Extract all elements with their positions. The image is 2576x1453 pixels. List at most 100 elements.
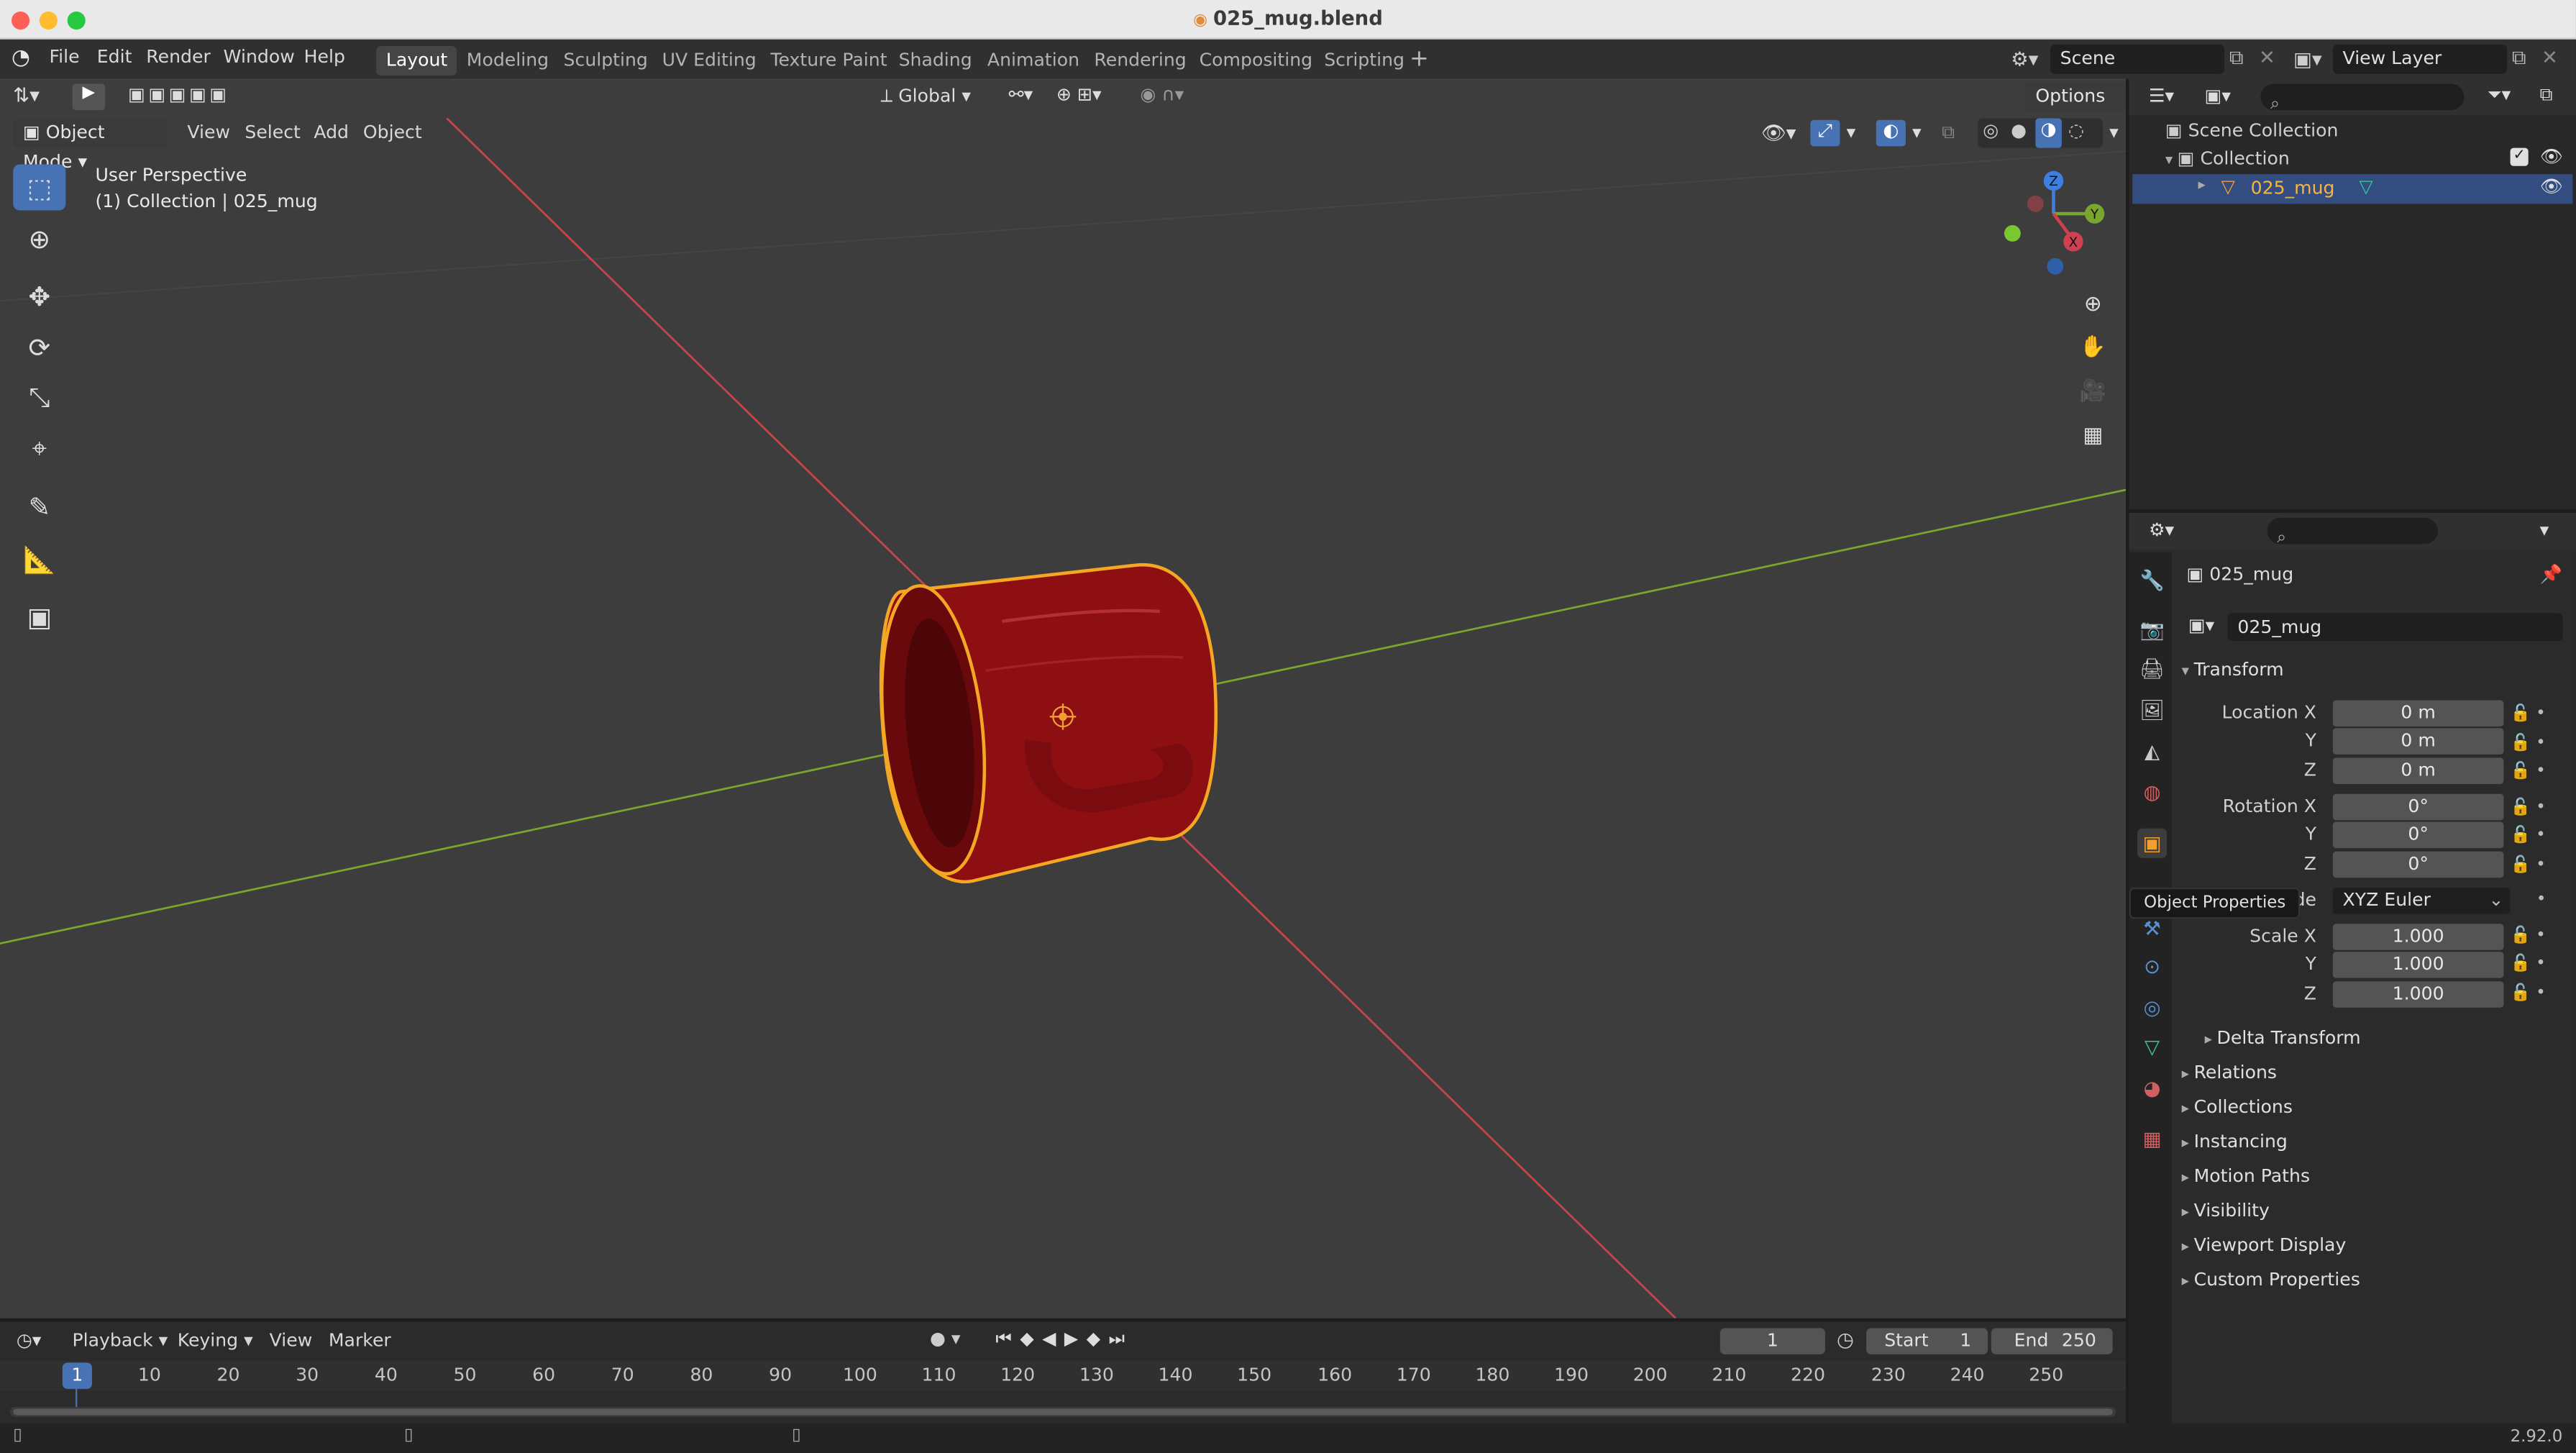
collection-visibility-eye-icon[interactable]: 👁 (2540, 146, 2563, 168)
playhead-frame-badge[interactable]: 1 (62, 1362, 92, 1389)
output-tab-icon[interactable]: 🖨 (2137, 654, 2167, 683)
visibility-icon[interactable]: 👁▾ (1761, 122, 1796, 145)
panel-viewport-display[interactable]: ▸ Viewport Display (2182, 1234, 2347, 1256)
viewport-menu-object[interactable]: Object (357, 122, 429, 143)
expand-arrow-icon[interactable]: ▾ (2165, 153, 2178, 170)
object-mode-dropdown[interactable]: ▣ Object Mode ▾ (13, 118, 168, 173)
annotate-tool-icon[interactable]: ✎ (13, 483, 65, 529)
select-box-tool-icon[interactable]: ▶ (72, 83, 106, 111)
expand-arrow-icon[interactable]: ▸ (2198, 178, 2206, 194)
editor-type-icon[interactable]: ⇅▾ (13, 84, 40, 107)
location-x-field[interactable]: 0 m (2332, 700, 2504, 727)
shading-dropdown-icon[interactable]: ▾ (2109, 122, 2119, 143)
delete-scene-icon[interactable]: ✕ (2259, 46, 2275, 69)
xray-toggle-icon[interactable]: ⧉ (1942, 122, 1955, 145)
object-tab-icon[interactable]: ▣ (2137, 828, 2168, 858)
menu-render[interactable]: Render (140, 46, 217, 68)
gizmo-dropdown-icon[interactable]: ▾ (1847, 122, 1856, 143)
cursor-tool-icon[interactable]: ⊕ (13, 215, 65, 261)
display-mode-icon[interactable]: ▣▾ (2205, 86, 2231, 107)
tab-scripting[interactable]: Scripting (1315, 46, 1415, 76)
timeline-menu-marker[interactable]: Marker (322, 1330, 398, 1352)
menu-edit[interactable]: Edit (91, 46, 139, 68)
viewport-3d[interactable]: ▣ Object Mode ▾ View Select Add Object ⇅… (0, 78, 2127, 1318)
camera-view-icon[interactable]: 🎥 (2075, 373, 2111, 409)
particles-tab-icon[interactable]: ⊙ (2137, 952, 2167, 981)
tab-texture-paint[interactable]: Texture Paint (761, 46, 898, 76)
add-cube-tool-icon[interactable]: ▣ (13, 593, 65, 639)
view-layer-selector-icon[interactable]: ▣▾ (2293, 47, 2322, 70)
material-tab-icon[interactable]: ◕ (2137, 1073, 2167, 1103)
scene-name-field[interactable]: Scene (2050, 44, 2225, 74)
end-frame-field[interactable]: End 250 (1991, 1328, 2113, 1354)
menu-window[interactable]: Window (217, 46, 301, 68)
menu-help[interactable]: Help (297, 46, 352, 68)
record-keyframes-icon[interactable]: ● ▾ (930, 1328, 961, 1349)
location-z-field[interactable]: 0 m (2332, 757, 2504, 784)
tab-layout[interactable]: Layout (376, 45, 457, 76)
rotate-tool-icon[interactable]: ⟳ (13, 324, 65, 370)
tab-modeling[interactable]: Modeling (457, 46, 559, 76)
lock-icon[interactable]: 🔓 • (2511, 700, 2563, 729)
zoom-icon[interactable]: ⊕ (2075, 286, 2111, 322)
delete-view-layer-icon[interactable]: ✕ (2541, 46, 2558, 69)
tool-tab-icon[interactable]: 🔧 (2137, 565, 2167, 595)
new-view-layer-icon[interactable]: ⧉ (2512, 46, 2526, 70)
object-name-field[interactable]: 025_mug (2227, 613, 2563, 642)
navigation-gizmo[interactable]: Z Y X (1991, 165, 2123, 280)
object-data-tab-icon[interactable]: ▽ (2137, 1032, 2167, 1062)
jump-end-icon[interactable]: ⏭ (1108, 1328, 1133, 1349)
outliner-search-input[interactable]: ⌕ (2260, 83, 2465, 114)
transform-panel-header[interactable]: ▾ Transform (2182, 659, 2284, 680)
transform-tool-icon[interactable]: ⌖ (13, 426, 65, 472)
timeline-scrollbar[interactable] (9, 1407, 2116, 1417)
gizmo-toggle-icon[interactable]: ⤢ (1810, 119, 1840, 147)
scale-x-field[interactable]: 1.000 (2332, 924, 2504, 950)
scene-selector-icon[interactable]: ⚙▾ (2011, 47, 2038, 70)
physics-tab-icon[interactable]: ◎ (2137, 993, 2167, 1022)
prev-keyframe-icon[interactable]: ◆ (1020, 1328, 1042, 1349)
collection-exclude-checkbox[interactable]: ✓ (2510, 147, 2529, 166)
scrollbar-thumb[interactable] (13, 1408, 2113, 1416)
pivot-point-icon[interactable]: ⚯▾ (1009, 84, 1033, 106)
delta-transform-subpanel[interactable]: ▸ Delta Transform (2205, 1027, 2361, 1049)
texture-tab-icon[interactable]: ▦ (2137, 1124, 2167, 1154)
properties-editor-type-icon[interactable]: ⚙▾ (2149, 519, 2174, 541)
scale-tool-icon[interactable]: ⤡ (13, 375, 65, 421)
tab-animation[interactable]: Animation (977, 46, 1090, 76)
rendered-shading-icon[interactable]: ◌ (2068, 120, 2084, 142)
view-layer-name-field[interactable]: View Layer (2332, 44, 2507, 74)
pan-hand-icon[interactable]: ✋ (2075, 329, 2111, 365)
lock-icon[interactable]: 🔓 • (2511, 757, 2563, 786)
location-y-field[interactable]: 0 m (2332, 728, 2504, 755)
orthographic-toggle-icon[interactable]: ▦ (2075, 417, 2111, 453)
move-tool-icon[interactable]: ✥ (13, 273, 65, 319)
solid-shading-icon[interactable]: ● (2011, 120, 2027, 142)
timeline-editor-type-icon[interactable]: ◷▾ (17, 1330, 42, 1352)
menu-file[interactable]: File (42, 46, 86, 68)
world-tab-icon[interactable]: ◍ (2137, 778, 2167, 807)
timeline-menu-view[interactable]: View (263, 1330, 319, 1352)
timeline-menu-playback[interactable]: Playback ▾ (65, 1330, 174, 1352)
viewport-menu-select[interactable]: Select (238, 122, 307, 143)
panel-visibility[interactable]: ▸ Visibility (2182, 1200, 2270, 1221)
panel-motion-paths[interactable]: ▸ Motion Paths (2182, 1165, 2310, 1187)
object-visibility-eye-icon[interactable]: 👁 (2540, 176, 2563, 198)
pin-icon[interactable]: 📌 (2540, 564, 2562, 586)
keyframe-dot-icon[interactable]: • (2511, 886, 2563, 915)
scale-y-field[interactable]: 1.000 (2332, 952, 2504, 978)
proportional-editing-icon[interactable]: ◉ ∩▾ (1140, 84, 1184, 106)
panel-relations[interactable]: ▸ Relations (2182, 1062, 2277, 1083)
start-frame-field[interactable]: Start 1 (1866, 1328, 1988, 1354)
new-scene-icon[interactable]: ⧉ (2229, 46, 2244, 70)
lock-icon[interactable]: 🔓 • (2511, 793, 2563, 822)
selection-mode-icons[interactable]: ▣▣▣▣▣ (128, 84, 230, 106)
snap-icon[interactable]: ⊕ ⊞▾ (1056, 84, 1102, 106)
add-workspace-icon[interactable]: + (1410, 46, 1429, 73)
lock-icon[interactable]: 🔓 • (2511, 979, 2563, 1008)
outliner-row-collection[interactable]: ▾ ▣ Collection (2165, 148, 2290, 170)
panel-custom-properties[interactable]: ▸ Custom Properties (2182, 1269, 2360, 1290)
rotation-z-field[interactable]: 0° (2332, 851, 2504, 878)
play-reverse-icon[interactable]: ◀ (1042, 1328, 1064, 1349)
outliner-editor-type-icon[interactable]: ☰▾ (2149, 86, 2174, 107)
